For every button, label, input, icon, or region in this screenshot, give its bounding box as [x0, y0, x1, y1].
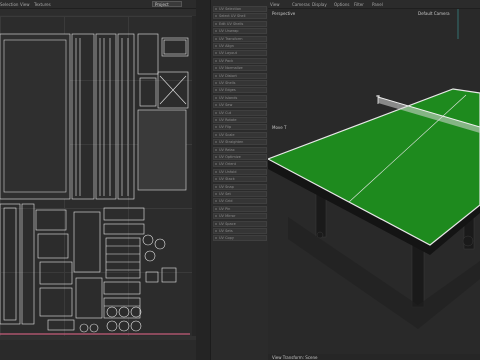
uv-toolkit-item[interactable]: UV Pack [213, 57, 267, 64]
uv-menubar: Selection View Textures Project [0, 0, 196, 9]
uv-toolkit-item[interactable]: UV Distort [213, 72, 267, 79]
uv-toolkit-item[interactable]: UV Set [213, 191, 267, 197]
uv-toolkit-item[interactable]: Select UV Shell [213, 13, 267, 20]
uv-toolkit-item[interactable]: UV Snap [213, 183, 267, 190]
uv-toolkit-item[interactable]: UV Cut [213, 109, 267, 116]
uv-toolkit-item[interactable]: UV Islands [213, 94, 267, 101]
view-transform-label: View Transform: Scene [272, 355, 318, 360]
uv-toolkit-item[interactable]: UV Space [213, 220, 267, 227]
uv-toolkit-item[interactable]: UV Straighten [213, 139, 267, 146]
3d-viewport[interactable]: Perspective Default Camera Move T [268, 9, 480, 355]
uv-toolkit-item[interactable]: UV Copy [213, 235, 267, 242]
vp-menu-display[interactable]: Display [312, 2, 327, 7]
vp-menu-panel[interactable]: Panel [372, 2, 383, 7]
uv-toolkit-item[interactable]: Edit UV Shells [213, 20, 267, 27]
uv-canvas[interactable] [0, 16, 192, 336]
uv-toolkit-item[interactable]: UV Normalize [213, 65, 267, 72]
uv-toolbar [0, 9, 196, 15]
uv-toolkit-item[interactable]: UV Unfold [213, 168, 267, 175]
uv-toolkit-item[interactable]: UV Flip [213, 124, 267, 131]
uv-toolkit-item[interactable]: UV Sew [213, 102, 267, 109]
panel-splitter[interactable] [196, 0, 210, 360]
vp-menu-cameras[interactable]: Cameras [292, 2, 310, 7]
uv-toolkit-item[interactable]: UV Align [213, 43, 267, 49]
uv-toolkit-item[interactable]: UV Transform [213, 35, 267, 42]
uv-toolkit-item[interactable]: UV Unwrap [213, 28, 267, 35]
viewport-menubar: View Cameras Display Options Filter Pane… [268, 0, 480, 9]
vp-menu-filter[interactable]: Filter [354, 2, 364, 7]
viewport-status-bar: View Transform: Scene [268, 354, 480, 360]
vp-menu-view[interactable]: View [270, 2, 280, 7]
uv-toolkit-item[interactable]: UV Selection [213, 6, 267, 12]
uv-toolkit-item[interactable]: UV Stack [213, 176, 267, 183]
uv-menu-view[interactable]: View [20, 2, 30, 7]
uv-toolkit-item[interactable]: UV Orient [213, 161, 267, 168]
uv-bottom-bar [0, 340, 196, 360]
uv-layout-graphic [0, 33, 190, 335]
uv-toolkit-item[interactable]: UV Optimize [213, 154, 267, 160]
ping-pong-table-render [268, 9, 480, 329]
uv-menu-selection[interactable]: Selection [0, 2, 18, 7]
uv-toolkit-item[interactable]: UV Relax [213, 146, 267, 153]
uv-set-dropdown[interactable]: Project [152, 1, 182, 7]
uv-toolkit-item[interactable]: UV Scale [213, 131, 267, 138]
uv-toolkit-item[interactable]: UV Sets [213, 228, 267, 234]
uv-toolkit-item[interactable]: UV Rotate [213, 117, 267, 123]
uv-toolkit-item[interactable]: UV Shells [213, 80, 267, 86]
uv-toolkit-item[interactable]: UV Edges [213, 87, 267, 94]
vp-menu-options[interactable]: Options [334, 2, 349, 7]
uv-toolkit-item[interactable]: UV Layout [213, 50, 267, 57]
uv-toolkit-panel: UV Selection Select UV Shell Edit UV Shell… [210, 0, 270, 360]
uv-toolkit-item[interactable]: UV Mirror [213, 213, 267, 220]
uv-menu-textures[interactable]: Textures [34, 2, 51, 7]
uv-toolkit-item[interactable]: UV Grid [213, 198, 267, 205]
uv-toolkit-item[interactable]: UV Pin [213, 205, 267, 212]
